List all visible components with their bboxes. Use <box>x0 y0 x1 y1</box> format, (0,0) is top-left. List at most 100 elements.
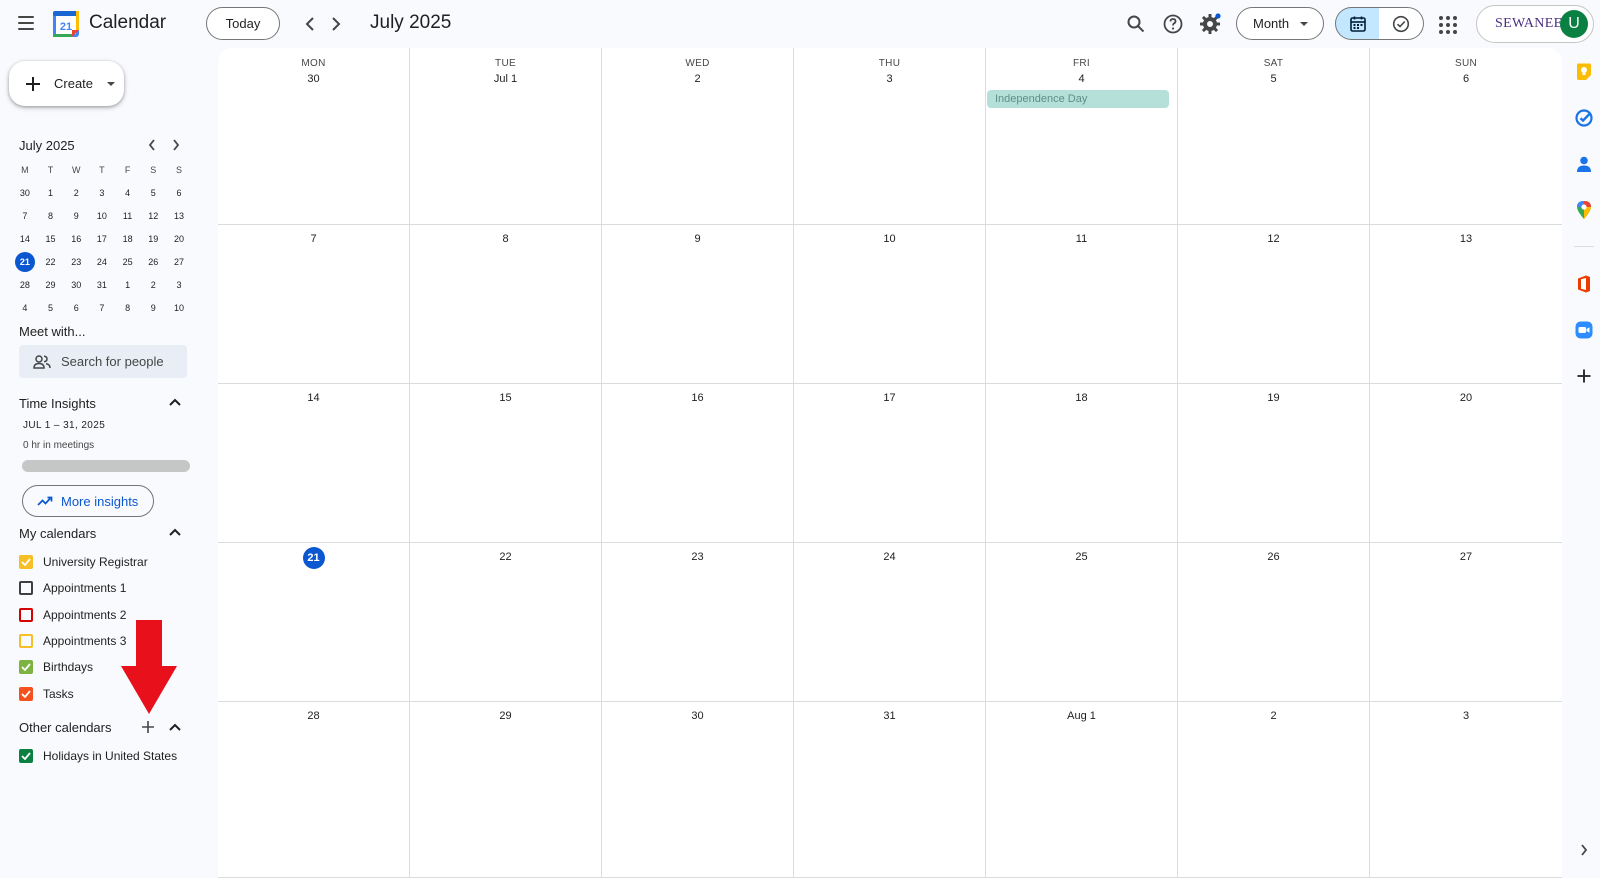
calendar-item[interactable]: University Registrar <box>19 552 148 572</box>
day-cell[interactable]: 7 <box>218 225 410 384</box>
checkbox-checked-icon[interactable] <box>19 686 33 701</box>
mini-day[interactable]: 30 <box>63 275 89 295</box>
mini-day[interactable]: 10 <box>89 206 115 226</box>
mini-day[interactable]: 7 <box>12 206 38 226</box>
next-month-icon[interactable] <box>324 12 348 36</box>
day-cell[interactable]: 31 <box>794 702 986 878</box>
day-cell[interactable]: 9 <box>602 225 794 384</box>
day-number[interactable]: 6 <box>1463 73 1469 85</box>
checkbox-checked-icon[interactable] <box>19 749 33 763</box>
mini-day[interactable]: 1 <box>115 275 141 295</box>
day-cell[interactable]: 16 <box>602 384 794 543</box>
day-cell[interactable]: MON 30 <box>218 48 410 225</box>
day-number[interactable]: 31 <box>883 710 895 722</box>
mini-day[interactable]: 31 <box>89 275 115 295</box>
expand-side-panel-icon[interactable] <box>1572 838 1596 862</box>
add-other-calendar-icon[interactable] <box>138 717 158 737</box>
day-cell[interactable]: SAT 5 <box>1178 48 1370 225</box>
calendar-view-toggle[interactable] <box>1335 7 1380 40</box>
google-apps-icon[interactable] <box>1435 12 1459 36</box>
day-number[interactable]: 15 <box>499 392 511 404</box>
day-cell[interactable]: 8 <box>410 225 602 384</box>
day-cell[interactable]: 2 <box>1178 702 1370 878</box>
mini-day[interactable]: 22 <box>38 252 64 272</box>
day-cell[interactable]: 21 <box>218 543 410 702</box>
tasks-icon[interactable] <box>1572 106 1596 130</box>
avatar[interactable]: U <box>1560 10 1588 38</box>
day-number[interactable]: 3 <box>1463 710 1469 722</box>
account-button[interactable]: SEWANEE U <box>1476 5 1594 43</box>
day-cell[interactable]: FRI 4 Independence Day <box>986 48 1178 225</box>
collapse-other-calendars-icon[interactable] <box>165 717 185 737</box>
mini-day[interactable]: 9 <box>63 206 89 226</box>
day-number[interactable]: 7 <box>310 233 316 245</box>
other-calendars-heading[interactable]: Other calendars <box>19 720 112 735</box>
mini-prev-month-icon[interactable] <box>142 135 162 155</box>
day-cell[interactable]: 13 <box>1370 225 1562 384</box>
event-chip[interactable]: Independence Day <box>987 90 1169 108</box>
day-cell[interactable]: 19 <box>1178 384 1370 543</box>
view-selector-dropdown[interactable]: Month <box>1236 7 1324 40</box>
mini-day[interactable]: 19 <box>140 229 166 249</box>
day-cell[interactable]: 3 <box>1370 702 1562 878</box>
mini-day[interactable]: 10 <box>166 298 192 318</box>
day-number[interactable]: 9 <box>694 233 700 245</box>
mini-day[interactable]: 7 <box>89 298 115 318</box>
mini-day[interactable]: 25 <box>115 252 141 272</box>
mini-day[interactable]: 8 <box>115 298 141 318</box>
day-cell[interactable]: 29 <box>410 702 602 878</box>
day-number[interactable]: 19 <box>1267 392 1279 404</box>
day-number[interactable]: 20 <box>1460 392 1472 404</box>
checkbox-unchecked-icon[interactable] <box>19 633 33 648</box>
contacts-icon[interactable] <box>1572 152 1596 176</box>
mini-day[interactable]: 21 <box>12 251 38 272</box>
day-cell[interactable]: 22 <box>410 543 602 702</box>
mini-day[interactable]: 5 <box>140 183 166 203</box>
day-number[interactable]: 8 <box>502 233 508 245</box>
zoom-icon[interactable] <box>1572 318 1596 342</box>
mini-day[interactable]: 24 <box>89 252 115 272</box>
day-cell[interactable]: 10 <box>794 225 986 384</box>
day-number[interactable]: Aug 1 <box>1067 710 1096 722</box>
mini-day[interactable]: 15 <box>38 229 64 249</box>
mini-day[interactable]: 23 <box>63 252 89 272</box>
day-number[interactable]: 5 <box>1270 73 1276 85</box>
mini-day[interactable]: 3 <box>166 275 192 295</box>
today-button[interactable]: Today <box>206 7 280 40</box>
mini-day[interactable]: 2 <box>63 183 89 203</box>
checkbox-checked-icon[interactable] <box>19 660 33 675</box>
day-cell[interactable]: 27 <box>1370 543 1562 702</box>
mini-day[interactable]: 9 <box>140 298 166 318</box>
mini-day[interactable]: 29 <box>38 275 64 295</box>
calendar-item[interactable]: Birthdays <box>19 657 93 677</box>
add-addon-icon[interactable] <box>1572 364 1596 388</box>
main-menu-icon[interactable] <box>14 12 38 36</box>
calendar-item[interactable]: Appointments 1 <box>19 578 126 598</box>
mini-day[interactable]: 3 <box>89 183 115 203</box>
day-cell[interactable]: 14 <box>218 384 410 543</box>
day-cell[interactable]: 15 <box>410 384 602 543</box>
mini-day[interactable]: 30 <box>12 183 38 203</box>
day-cell[interactable]: 23 <box>602 543 794 702</box>
day-number[interactable]: 25 <box>1075 551 1087 563</box>
mini-day[interactable]: 6 <box>166 183 192 203</box>
day-number[interactable]: 22 <box>499 551 511 563</box>
day-number[interactable]: 3 <box>886 73 892 85</box>
mini-day[interactable]: 8 <box>38 206 64 226</box>
day-number[interactable]: 10 <box>883 233 895 245</box>
day-number[interactable]: 30 <box>691 710 703 722</box>
prev-month-icon[interactable] <box>298 12 322 36</box>
checkbox-checked-icon[interactable] <box>19 555 33 569</box>
day-cell[interactable]: 17 <box>794 384 986 543</box>
day-cell[interactable]: 30 <box>602 702 794 878</box>
day-cell[interactable]: 11 <box>986 225 1178 384</box>
calendar-item[interactable]: Tasks <box>19 684 74 704</box>
day-cell[interactable]: 26 <box>1178 543 1370 702</box>
checkbox-unchecked-icon[interactable] <box>19 607 33 622</box>
office-addon-icon[interactable] <box>1572 272 1596 296</box>
day-number[interactable]: 27 <box>1460 551 1472 563</box>
day-number[interactable]: 2 <box>694 73 700 85</box>
day-number[interactable]: 16 <box>691 392 703 404</box>
mini-day[interactable]: 27 <box>166 252 192 272</box>
maps-icon[interactable] <box>1572 198 1596 222</box>
